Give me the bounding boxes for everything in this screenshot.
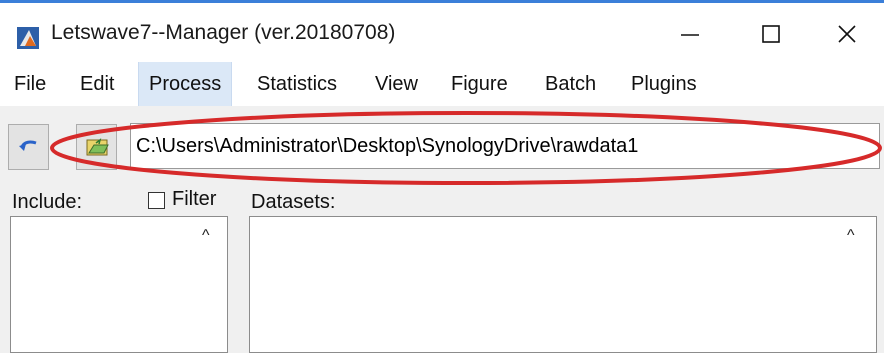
menu-bar: File Edit Process Statistics View Figure… [0,62,884,106]
menu-file[interactable]: File [14,62,46,106]
scroll-up-icon[interactable]: ^ [202,227,210,245]
include-listbox[interactable]: ^ [10,216,228,353]
minimize-button[interactable] [654,9,726,59]
maximize-icon [762,25,780,43]
include-label: Include: [12,191,83,213]
filter-checkbox[interactable] [148,192,165,209]
highlight-ellipse [50,111,882,185]
menu-view[interactable]: View [375,62,418,106]
menu-statistics[interactable]: Statistics [257,62,337,106]
menu-batch[interactable]: Batch [545,62,596,106]
title-bar: Letswave7--Manager (ver.20180708) [0,3,884,61]
app-icon [17,27,39,49]
back-button[interactable] [8,124,49,170]
datasets-label: Datasets: [251,191,336,213]
close-button[interactable] [811,9,883,59]
menu-plugins[interactable]: Plugins [631,62,697,106]
window-title: Letswave7--Manager (ver.20180708) [51,21,396,44]
minimize-icon [681,34,699,36]
menu-process[interactable]: Process [138,62,233,106]
back-arrow-icon [19,140,37,151]
scroll-up-icon[interactable]: ^ [847,227,855,245]
filter-label: Filter [172,188,217,210]
close-icon [838,25,856,43]
menu-figure[interactable]: Figure [451,62,508,106]
maximize-button[interactable] [735,9,807,59]
letswave-manager-window: Letswave7--Manager (ver.20180708) File E… [0,0,884,353]
datasets-listbox[interactable]: ^ [249,216,877,353]
menu-edit[interactable]: Edit [80,62,114,106]
